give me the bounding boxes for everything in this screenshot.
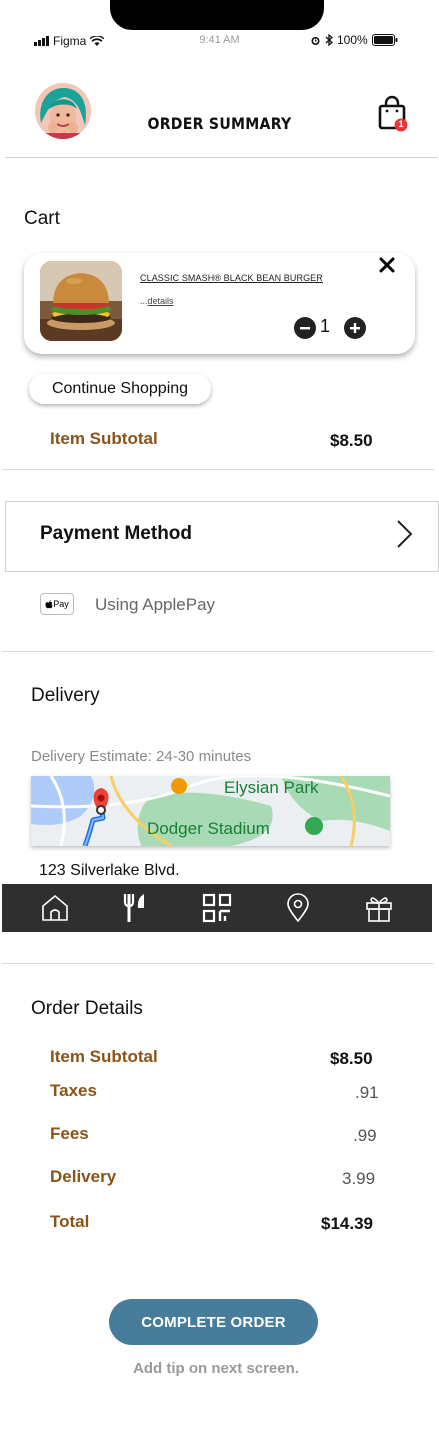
qr-code-icon xyxy=(202,893,232,923)
map-label-elysian-park: Elysian Park xyxy=(224,778,319,797)
cart-badge-count: 1 xyxy=(398,119,404,129)
section-divider xyxy=(2,469,434,470)
fees-value: .99 xyxy=(353,1126,377,1145)
payment-method-label: Payment Method xyxy=(40,523,193,544)
delivery-estimate: Delivery Estimate: 24-30 minutes xyxy=(31,748,252,765)
details-prefix: ... xyxy=(140,296,148,306)
delivery-fee-value: 3.99 xyxy=(342,1169,376,1188)
header-divider xyxy=(5,157,437,158)
cart-subtotal-value: $8.50 xyxy=(330,431,373,450)
total-value: $14.39 xyxy=(321,1214,373,1233)
status-bar-right: 100% xyxy=(310,33,398,47)
nav-locations[interactable] xyxy=(280,890,316,926)
restaurant-icon xyxy=(123,894,144,922)
taxes-value: .91 xyxy=(355,1083,379,1102)
gift-icon xyxy=(366,897,393,922)
cart-bag-button[interactable]: 1 xyxy=(378,95,408,135)
bottom-nav-bar xyxy=(2,884,432,932)
fees-label: Fees xyxy=(50,1124,89,1143)
delivery-section-title: Delivery xyxy=(31,685,100,706)
nav-menu[interactable] xyxy=(118,890,154,926)
order-subtotal-label: Item Subtotal xyxy=(50,1047,158,1066)
chevron-right-icon xyxy=(397,520,413,548)
nav-home[interactable] xyxy=(37,890,73,926)
quantity-value: 1 xyxy=(320,316,331,336)
burger-image xyxy=(40,261,122,341)
close-icon xyxy=(379,257,395,273)
order-subtotal-value: $8.50 xyxy=(330,1049,373,1068)
complete-order-button[interactable]: COMPLETE ORDER xyxy=(109,1299,318,1345)
shopping-bag-icon xyxy=(378,95,408,132)
section-divider xyxy=(2,651,434,652)
delivery-map[interactable]: Elysian Park Dodger Stadium xyxy=(31,776,390,846)
location-pin-icon xyxy=(287,893,309,923)
delivery-fee-label: Delivery xyxy=(50,1167,117,1186)
battery-icon xyxy=(371,34,398,46)
plus-icon xyxy=(350,323,360,333)
home-icon xyxy=(41,895,68,921)
payment-method-value: Using ApplePay xyxy=(95,595,216,614)
total-label: Total xyxy=(50,1212,90,1231)
alarm-icon xyxy=(311,36,320,45)
apple-logo-icon xyxy=(45,599,53,608)
section-divider xyxy=(2,963,434,964)
order-details-title: Order Details xyxy=(31,998,143,1019)
bluetooth-icon xyxy=(325,34,333,46)
cart-section-title: Cart xyxy=(24,208,60,229)
tip-note: Add tip on next screen. xyxy=(133,1360,299,1377)
remove-item-button[interactable] xyxy=(378,256,396,278)
applepay-badge: Pay xyxy=(40,593,74,615)
applepay-badge-text: Pay xyxy=(53,599,69,609)
cart-subtotal-label: Item Subtotal xyxy=(50,429,158,448)
nav-rewards[interactable] xyxy=(361,890,397,926)
page-title: ORDER SUMMARY xyxy=(147,114,292,133)
map-label-dodger-stadium: Dodger Stadium xyxy=(147,819,270,838)
nav-scan[interactable] xyxy=(199,890,235,926)
continue-shopping-button[interactable]: Continue Shopping xyxy=(29,374,211,404)
increase-quantity-button[interactable] xyxy=(344,317,366,339)
battery-percent: 100% xyxy=(337,33,368,47)
delivery-address: 123 Silverlake Blvd. xyxy=(39,862,180,879)
taxes-label: Taxes xyxy=(50,1081,97,1100)
cart-item-details[interactable]: ...details xyxy=(140,296,174,306)
details-link[interactable]: details xyxy=(148,296,174,306)
cart-item-name[interactable]: CLASSIC SMASH® BLACK BEAN BURGER xyxy=(140,273,323,283)
decrease-quantity-button[interactable] xyxy=(294,317,316,339)
minus-icon xyxy=(300,327,310,330)
device-notch xyxy=(110,0,324,30)
